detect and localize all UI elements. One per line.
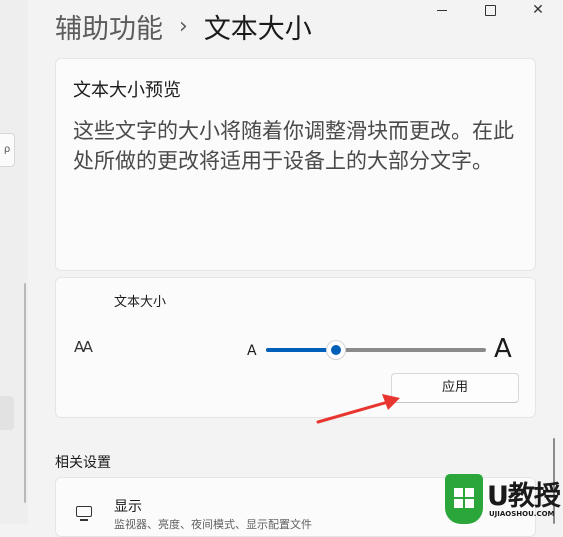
preview-text: 这些文字的大小将随着你调整滑块而更改。在此处所做的更改将适用于设备上的大部分文字… (73, 119, 514, 173)
text-size-slider[interactable] (266, 336, 486, 364)
breadcrumb-parent[interactable]: 辅助功能 (55, 7, 163, 46)
breadcrumb: 辅助功能 › 文本大小 (55, 6, 312, 46)
nav-scrollbar[interactable] (24, 283, 26, 503)
text-size-label: 文本大小 (114, 295, 167, 310)
watermark-name: U教授 (487, 481, 561, 512)
text-size-card: 文本大小 AA A A 应用 (55, 277, 536, 418)
chevron-right-icon: › (179, 13, 188, 39)
minimize-icon (437, 9, 447, 11)
related-settings-heading: 相关设置 (55, 455, 111, 471)
watermark-logo: U教授 UJIAOSHOU.COM (445, 470, 563, 524)
close-icon: ✕ (532, 2, 544, 18)
text-size-icon: AA (74, 338, 93, 356)
watermark-url: UJIAOSHOU.COM (489, 510, 555, 518)
large-a-icon: A (494, 334, 512, 364)
minimize-button[interactable] (422, 0, 462, 20)
close-button[interactable]: ✕ (518, 0, 558, 20)
small-a-icon: A (247, 343, 257, 359)
display-title: 显示 (114, 499, 142, 515)
preview-title: 文本大小预览 (73, 80, 181, 101)
maximize-button[interactable] (470, 0, 510, 20)
display-description: 监视器、亮度、夜间模式、显示配置文件 (114, 518, 312, 531)
shield-logo-icon (445, 474, 483, 524)
annotation-arrow-icon (316, 394, 400, 424)
monitor-icon (76, 506, 92, 521)
maximize-icon (484, 4, 496, 16)
nav-selected-item[interactable] (0, 396, 14, 430)
search-button[interactable]: ρ (0, 133, 15, 167)
page-title: 文本大小 (203, 13, 312, 45)
preview-card: 文本大小预览 这些文字的大小将随着你调整滑块而更改。在此处所做的更改将适用于设备… (55, 58, 536, 271)
slider-thumb[interactable] (326, 340, 346, 360)
apply-button[interactable]: 应用 (391, 373, 519, 403)
